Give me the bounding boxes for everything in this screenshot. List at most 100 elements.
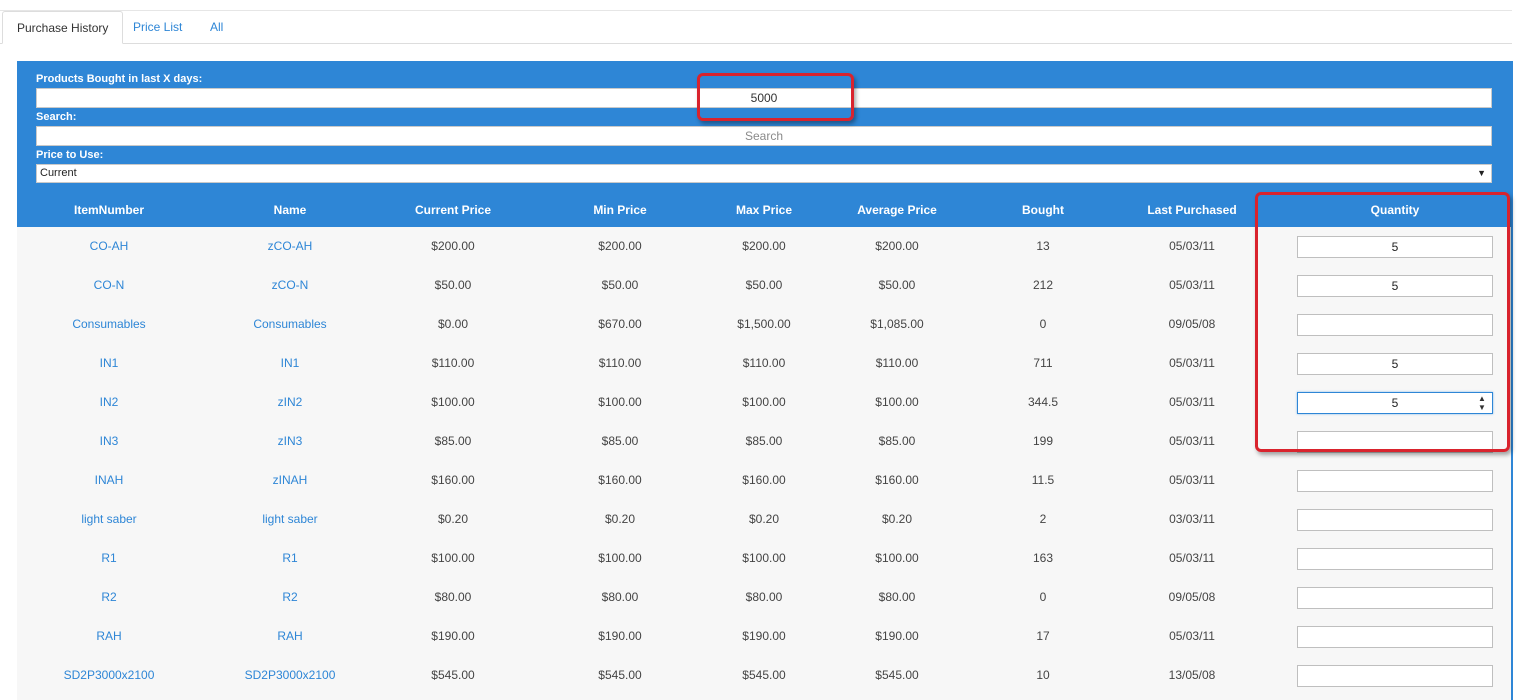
cell-current-price: $200.00 [431,239,475,253]
cell-name[interactable]: SD2P3000x2100 [235,656,345,695]
cell-average-price: $80.00 [878,590,916,604]
cell-current-price: $0.20 [437,512,469,526]
header-min-price[interactable]: Min Price [570,193,670,227]
panel-edge [1511,61,1513,700]
quantity-input[interactable] [1297,470,1493,492]
search-label: Search: [36,111,77,123]
header-max-price[interactable]: Max Price [709,193,819,227]
quantity-input[interactable] [1297,392,1493,414]
cell-itemnumber[interactable]: RAH [54,617,164,656]
header-itemnumber[interactable]: ItemNumber [64,193,154,227]
quantity-stepper-icon[interactable]: ▲ ▼ [1475,394,1489,412]
price-label: Price to Use: [36,149,104,161]
cell-last-purchased: 05/03/11 [1169,551,1215,565]
table-row: CO-AH zCO-AH $200.00 $200.00 $200.00 $200.00 1… [17,227,1511,266]
table-row: IN3 zIN3 $85.00 $85.00 $85.00 $85.00 199 05/03/… [17,422,1511,461]
cell-current-price: $110.00 [431,356,475,370]
cell-name[interactable]: R2 [235,578,345,617]
tab-purchase-history[interactable]: Purchase History [2,11,124,44]
cell-itemnumber[interactable]: light saber [54,500,164,539]
tab-price-list[interactable]: Price List [119,11,196,43]
cell-bought: 2 [1039,512,1047,526]
quantity-input[interactable] [1297,431,1493,453]
cell-current-price: $100.00 [431,395,475,409]
cell-min-price: $80.00 [601,590,639,604]
cell-name[interactable]: light saber [235,500,345,539]
cell-average-price: $190.00 [875,629,919,643]
table-header: ItemNumber Name Current Price Min Price … [17,193,1511,227]
cell-itemnumber[interactable]: R2 [54,578,164,617]
table-row: R2 R2 $80.00 $80.00 $80.00 $80.00 0 09/05/08 [17,578,1511,617]
cell-itemnumber[interactable]: CO-N [54,266,164,305]
cell-min-price: $0.20 [604,512,636,526]
cell-last-purchased: 05/03/11 [1169,629,1215,643]
cell-last-purchased: 05/03/11 [1169,473,1215,487]
cell-name[interactable]: R1 [235,539,345,578]
cell-bought: 11.5 [1031,473,1055,487]
cell-max-price: $200.00 [742,239,786,253]
cell-itemnumber[interactable]: IN2 [54,383,164,422]
cell-current-price: $0.00 [437,317,469,331]
header-name[interactable]: Name [240,193,340,227]
cell-itemnumber[interactable]: CO-AH [54,227,164,266]
cell-itemnumber[interactable]: Consumables [54,305,164,344]
header-quantity[interactable]: Quantity [1330,193,1460,227]
tab-all[interactable]: All [196,11,237,43]
cell-name[interactable]: zCO-N [235,266,345,305]
cell-min-price: $110.00 [598,356,642,370]
cell-average-price: $160.00 [875,473,919,487]
quantity-input[interactable] [1297,236,1493,258]
cell-bought: 0 [1039,590,1047,604]
days-input[interactable] [36,88,1492,108]
quantity-input[interactable] [1297,314,1493,336]
cell-average-price: $100.00 [875,395,919,409]
cell-max-price: $0.20 [748,512,780,526]
header-last-purchased[interactable]: Last Purchased [1132,193,1252,227]
cell-current-price: $100.00 [431,551,475,565]
cell-itemnumber[interactable]: INAH [54,461,164,500]
table-row: IN2 zIN2 $100.00 $100.00 $100.00 $100.00 344.5… [17,383,1511,422]
table-row: IN1 IN1 $110.00 $110.00 $110.00 $110.00 711 05/… [17,344,1511,383]
cell-min-price: $100.00 [598,395,642,409]
quantity-input[interactable] [1297,665,1493,687]
quantity-input[interactable] [1297,626,1493,648]
purchase-history-panel: Products Bought in last X days: Search: … [17,61,1511,700]
cell-name[interactable]: Consumables [235,305,345,344]
cell-last-purchased: 13/05/08 [1168,668,1216,682]
table-row: INAH zINAH $160.00 $160.00 $160.00 $160.00 11.… [17,461,1511,500]
dropdown-arrow-icon: ▼ [1477,168,1486,178]
quantity-input[interactable] [1297,275,1493,297]
cell-itemnumber[interactable]: IN3 [54,422,164,461]
header-current-price[interactable]: Current Price [398,193,508,227]
table-body: CO-AH zCO-AH $200.00 $200.00 $200.00 $200.00 1… [17,227,1511,700]
search-input[interactable] [36,126,1492,146]
cell-bought: 13 [1036,239,1050,253]
cell-last-purchased: 03/03/11 [1169,512,1215,526]
cell-itemnumber[interactable]: R1 [54,539,164,578]
cell-itemnumber[interactable]: IN1 [54,344,164,383]
cell-bought: 199 [1032,434,1054,448]
cell-average-price: $1,085.00 [870,317,924,331]
days-label: Products Bought in last X days: [36,73,203,85]
cell-max-price: $100.00 [742,551,786,565]
cell-current-price: $545.00 [431,668,475,682]
quantity-input[interactable] [1297,587,1493,609]
header-average-price[interactable]: Average Price [837,193,957,227]
quantity-input[interactable] [1297,509,1493,531]
cell-itemnumber[interactable]: SD2P3000x2100 [54,656,164,695]
price-select-value: Current [40,167,77,179]
cell-name[interactable]: zIN2 [235,383,345,422]
cell-name[interactable]: zINAH [235,461,345,500]
cell-name[interactable]: IN1 [235,344,345,383]
header-bought[interactable]: Bought [1003,193,1083,227]
cell-name[interactable]: RAH [235,617,345,656]
quantity-input[interactable] [1297,548,1493,570]
cell-name[interactable]: zCO-AH [235,227,345,266]
cell-last-purchased: 05/03/11 [1169,395,1215,409]
cell-average-price: $85.00 [878,434,916,448]
price-select[interactable]: Current ▼ [36,164,1492,183]
cell-min-price: $85.00 [601,434,639,448]
cell-name[interactable]: zIN3 [235,422,345,461]
cell-min-price: $190.00 [598,629,642,643]
quantity-input[interactable] [1297,353,1493,375]
